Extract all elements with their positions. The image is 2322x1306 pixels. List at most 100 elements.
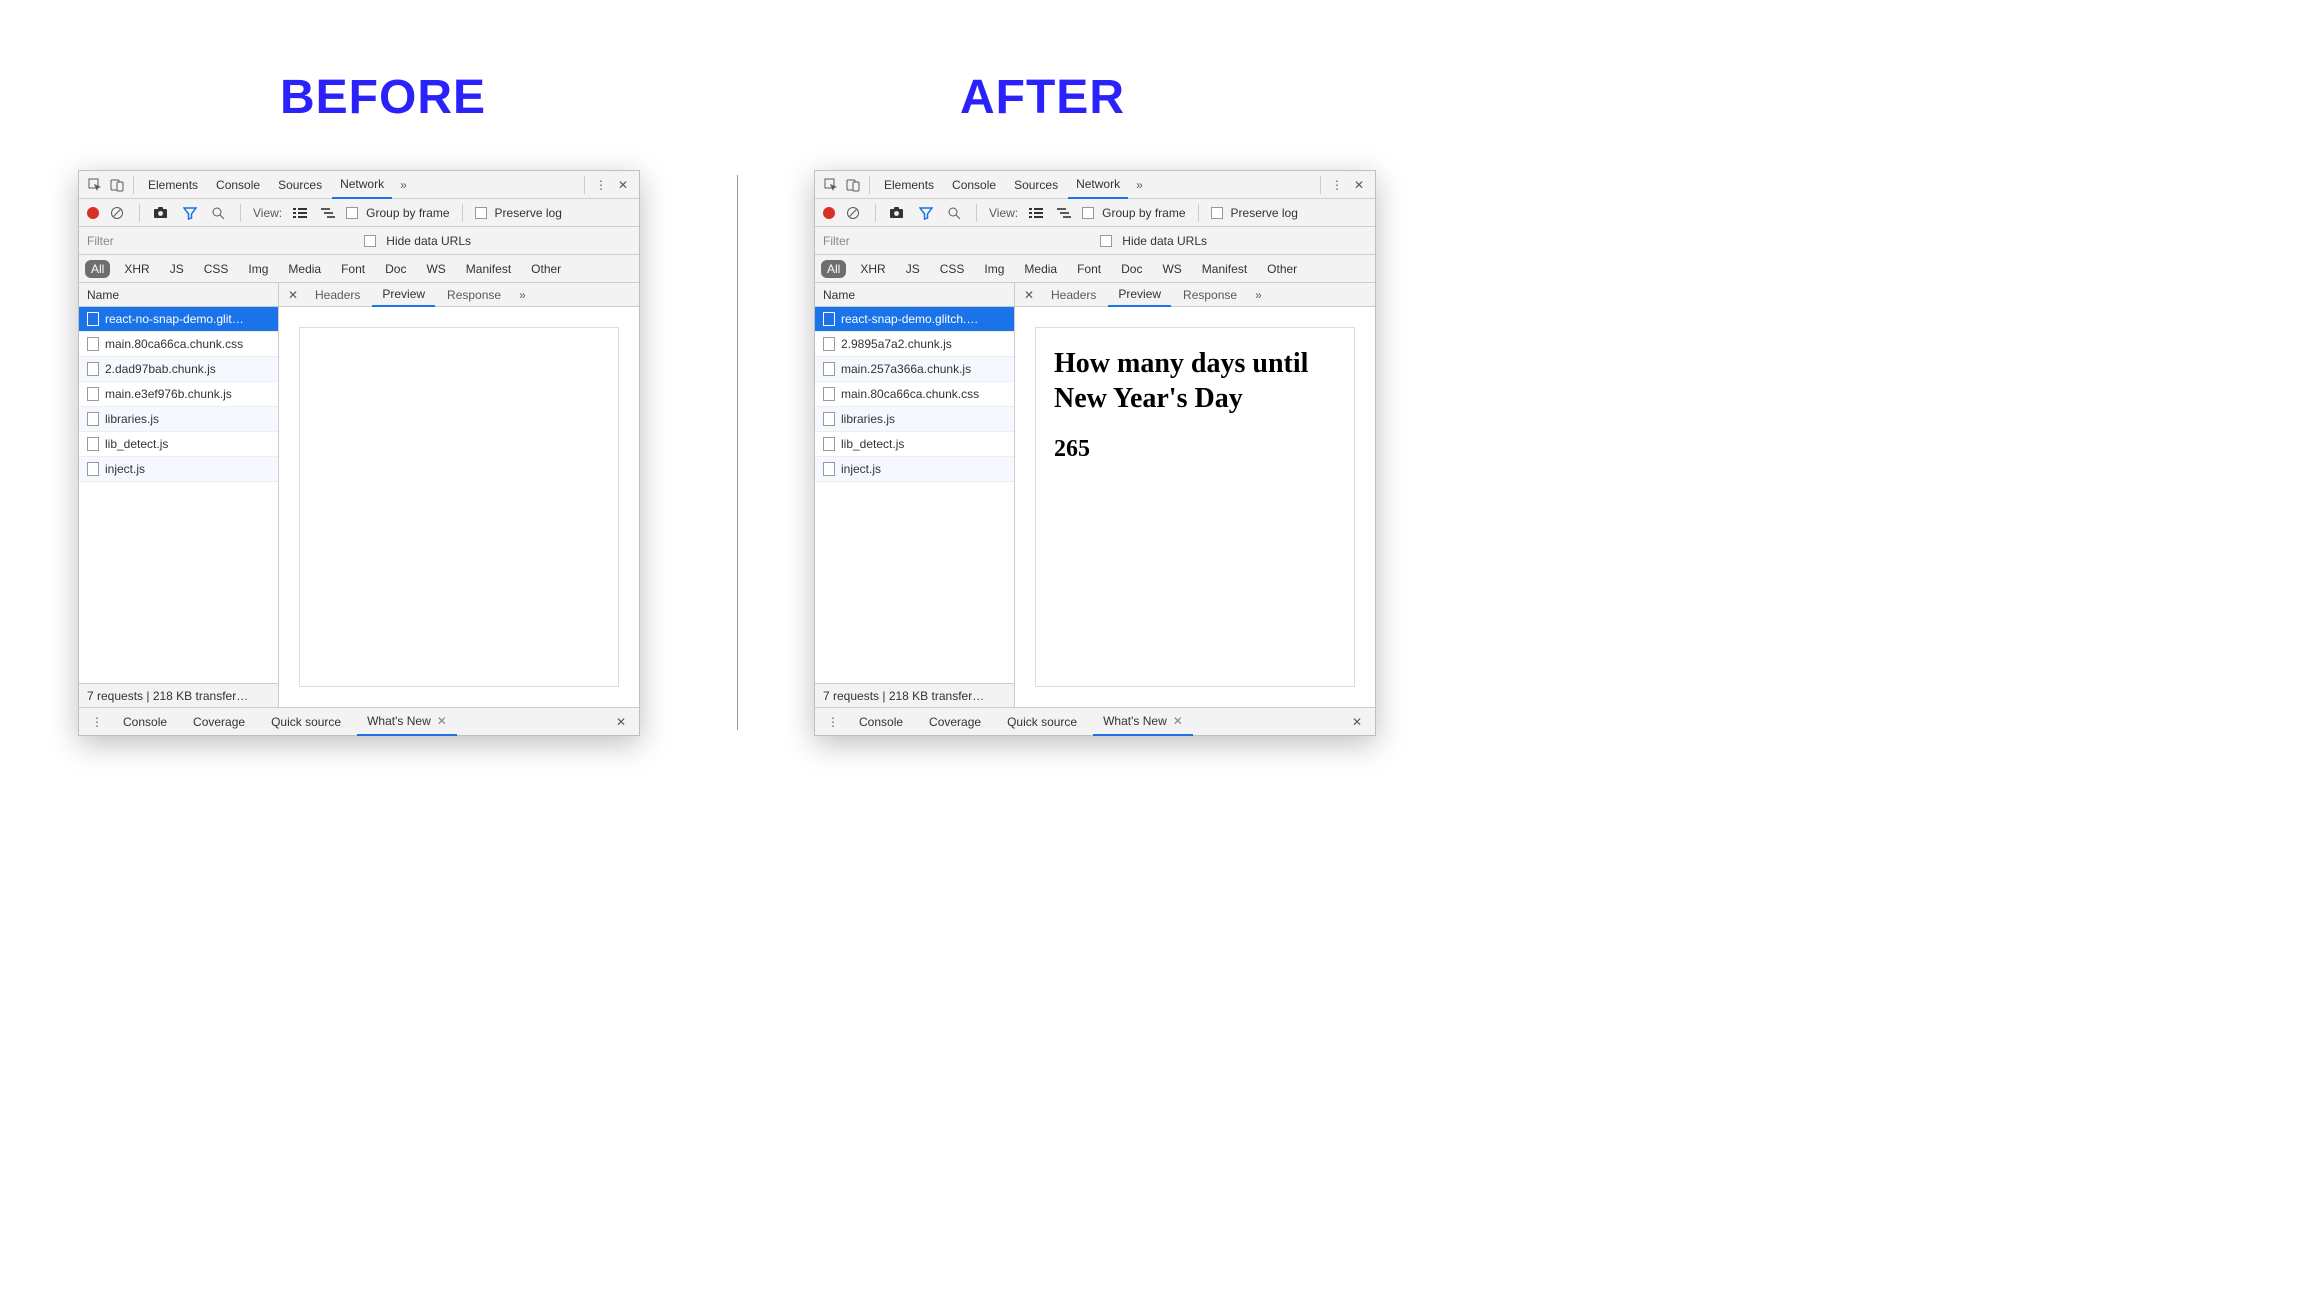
inspect-icon[interactable] [85, 175, 105, 195]
device-toolbar-icon[interactable] [107, 175, 127, 195]
screenshot-icon[interactable] [152, 203, 172, 223]
close-icon[interactable]: ✕ [613, 175, 633, 195]
tabs-overflow-icon[interactable]: » [1130, 178, 1149, 192]
drawer-close-icon[interactable]: ✕ [611, 712, 631, 732]
tab-console[interactable]: Console [208, 171, 268, 199]
request-row[interactable]: react-no-snap-demo.glit… [79, 307, 278, 332]
drawer-tab-console[interactable]: Console [849, 708, 913, 736]
view-waterfall-icon[interactable] [1054, 203, 1074, 223]
kebab-menu-icon[interactable]: ⋮ [1327, 175, 1347, 195]
view-waterfall-icon[interactable] [318, 203, 338, 223]
type-doc[interactable]: Doc [1115, 260, 1148, 278]
search-icon[interactable] [944, 203, 964, 223]
detail-tab-headers[interactable]: Headers [1041, 283, 1106, 307]
type-other[interactable]: Other [1261, 260, 1303, 278]
tab-sources[interactable]: Sources [1006, 171, 1066, 199]
group-by-frame-checkbox[interactable] [1082, 207, 1094, 219]
type-font[interactable]: Font [335, 260, 371, 278]
drawer-tab-coverage[interactable]: Coverage [919, 708, 991, 736]
type-media[interactable]: Media [282, 260, 327, 278]
inspect-icon[interactable] [821, 175, 841, 195]
drawer-tab-whatsnew[interactable]: What's New ✕ [1093, 708, 1193, 736]
screenshot-icon[interactable] [888, 203, 908, 223]
search-icon[interactable] [208, 203, 228, 223]
detail-tab-response[interactable]: Response [437, 283, 511, 307]
preserve-log-checkbox[interactable] [1211, 207, 1223, 219]
type-css[interactable]: CSS [934, 260, 971, 278]
drawer-tab-quicksource[interactable]: Quick source [997, 708, 1087, 736]
drawer-tab-whatsnew[interactable]: What's New ✕ [357, 708, 457, 736]
request-row[interactable]: main.80ca66ca.chunk.css [815, 382, 1014, 407]
kebab-menu-icon[interactable]: ⋮ [591, 175, 611, 195]
request-row[interactable]: inject.js [79, 457, 278, 482]
type-media[interactable]: Media [1018, 260, 1063, 278]
tab-elements[interactable]: Elements [876, 171, 942, 199]
drawer-menu-icon[interactable]: ⋮ [823, 712, 843, 732]
tab-console[interactable]: Console [944, 171, 1004, 199]
request-row[interactable]: 2.dad97bab.chunk.js [79, 357, 278, 382]
request-row[interactable]: libraries.js [815, 407, 1014, 432]
type-css[interactable]: CSS [198, 260, 235, 278]
detail-close-icon[interactable]: ✕ [283, 285, 303, 305]
drawer-tab-close-icon[interactable]: ✕ [1173, 714, 1183, 728]
type-js[interactable]: JS [164, 260, 190, 278]
record-icon[interactable] [87, 207, 99, 219]
request-row[interactable]: lib_detect.js [79, 432, 278, 457]
drawer-tab-console[interactable]: Console [113, 708, 177, 736]
type-manifest[interactable]: Manifest [460, 260, 517, 278]
drawer-tab-quicksource[interactable]: Quick source [261, 708, 351, 736]
hide-data-urls-checkbox[interactable] [1100, 235, 1112, 247]
clear-icon[interactable] [843, 203, 863, 223]
preserve-log-checkbox[interactable] [475, 207, 487, 219]
tab-network[interactable]: Network [332, 171, 392, 199]
type-js[interactable]: JS [900, 260, 926, 278]
tab-sources[interactable]: Sources [270, 171, 330, 199]
type-xhr[interactable]: XHR [854, 260, 891, 278]
type-manifest[interactable]: Manifest [1196, 260, 1253, 278]
view-list-icon[interactable] [290, 203, 310, 223]
tabs-overflow-icon[interactable]: » [394, 178, 413, 192]
filter-icon[interactable] [916, 203, 936, 223]
request-row[interactable]: react-snap-demo.glitch.… [815, 307, 1014, 332]
type-all[interactable]: All [821, 260, 846, 278]
detail-close-icon[interactable]: ✕ [1019, 285, 1039, 305]
type-ws[interactable]: WS [420, 260, 451, 278]
type-ws[interactable]: WS [1156, 260, 1187, 278]
view-list-icon[interactable] [1026, 203, 1046, 223]
request-row[interactable]: main.80ca66ca.chunk.css [79, 332, 278, 357]
detail-tabs-overflow-icon[interactable]: » [1249, 288, 1268, 302]
request-row[interactable]: inject.js [815, 457, 1014, 482]
type-other[interactable]: Other [525, 260, 567, 278]
drawer-tab-coverage[interactable]: Coverage [183, 708, 255, 736]
drawer-close-icon[interactable]: ✕ [1347, 712, 1367, 732]
drawer-tab-close-icon[interactable]: ✕ [437, 714, 447, 728]
request-row[interactable]: lib_detect.js [815, 432, 1014, 457]
close-icon[interactable]: ✕ [1349, 175, 1369, 195]
group-by-frame-checkbox[interactable] [346, 207, 358, 219]
record-icon[interactable] [823, 207, 835, 219]
detail-tabs-overflow-icon[interactable]: » [513, 288, 532, 302]
type-all[interactable]: All [85, 260, 110, 278]
tab-elements[interactable]: Elements [140, 171, 206, 199]
type-img[interactable]: Img [242, 260, 274, 278]
filter-icon[interactable] [180, 203, 200, 223]
detail-tab-preview[interactable]: Preview [372, 283, 435, 307]
hide-data-urls-checkbox[interactable] [364, 235, 376, 247]
type-img[interactable]: Img [978, 260, 1010, 278]
request-row[interactable]: 2.9895a7a2.chunk.js [815, 332, 1014, 357]
request-row[interactable]: main.e3ef976b.chunk.js [79, 382, 278, 407]
type-font[interactable]: Font [1071, 260, 1107, 278]
detail-tab-headers[interactable]: Headers [305, 283, 370, 307]
filter-input[interactable] [823, 232, 1003, 250]
detail-tab-response[interactable]: Response [1173, 283, 1247, 307]
type-doc[interactable]: Doc [379, 260, 412, 278]
tab-network[interactable]: Network [1068, 171, 1128, 199]
drawer-menu-icon[interactable]: ⋮ [87, 712, 107, 732]
request-row[interactable]: libraries.js [79, 407, 278, 432]
type-xhr[interactable]: XHR [118, 260, 155, 278]
request-row[interactable]: main.257a366a.chunk.js [815, 357, 1014, 382]
detail-tab-preview[interactable]: Preview [1108, 283, 1171, 307]
filter-input[interactable] [87, 232, 267, 250]
device-toolbar-icon[interactable] [843, 175, 863, 195]
clear-icon[interactable] [107, 203, 127, 223]
